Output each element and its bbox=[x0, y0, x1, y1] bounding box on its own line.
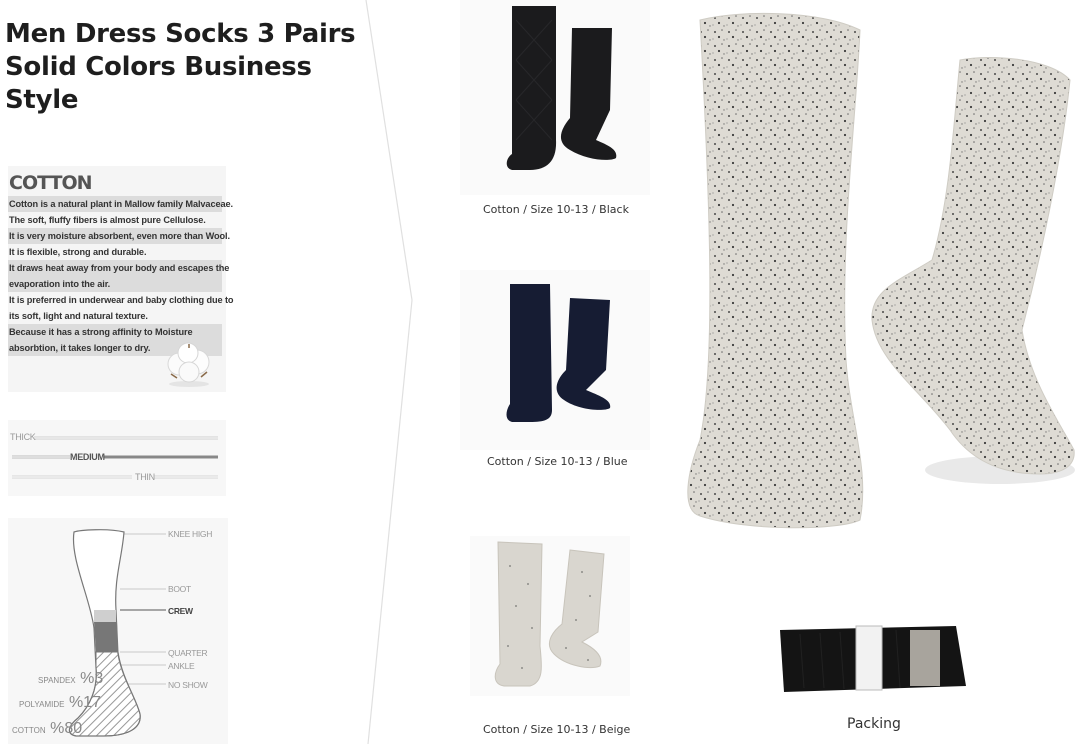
height-no-show-label: NO SHOW bbox=[168, 680, 208, 690]
spandex-label: SPANDEX bbox=[38, 676, 76, 685]
product-photo-black[interactable] bbox=[460, 0, 650, 195]
height-crew-label: CREW bbox=[168, 606, 193, 616]
caption-black: Cotton / Size 10-13 / Black bbox=[483, 203, 629, 216]
caption-blue: Cotton / Size 10-13 / Blue bbox=[487, 455, 628, 468]
composition-polyamide: POLYAMIDE %17 bbox=[19, 694, 101, 712]
cotton-heading: COTTON bbox=[9, 172, 93, 194]
hero-socks-image bbox=[687, 12, 1075, 529]
cotton-line: evaporation into the air. bbox=[8, 276, 222, 292]
thickness-thick-label: THICK bbox=[10, 432, 36, 442]
blue-socks-image bbox=[506, 284, 611, 422]
composition-cotton: COTTON %80 bbox=[12, 720, 82, 738]
height-boot-label: BOOT bbox=[168, 584, 191, 594]
page-title: Men Dress Socks 3 Pairs Solid Colors Bus… bbox=[5, 18, 365, 117]
cotton-line: The soft, fluffy fibers is almost pure C… bbox=[9, 215, 206, 225]
spandex-value: %3 bbox=[80, 670, 104, 687]
title-line-2: Solid Colors Business Style bbox=[5, 52, 312, 115]
product-photo-beige[interactable] bbox=[470, 536, 630, 696]
cotton-line: Cotton is a natural plant in Mallow fami… bbox=[8, 196, 233, 212]
chevron-divider bbox=[365, 0, 413, 744]
cotton-line: Because it has a strong affinity to Mois… bbox=[8, 324, 222, 340]
beige-socks-image bbox=[494, 541, 605, 687]
thickness-scale bbox=[12, 436, 218, 479]
black-socks-image bbox=[506, 6, 617, 170]
hero-photo-beige[interactable] bbox=[670, 0, 1079, 560]
cotton-line: its soft, light and natural texture. bbox=[9, 311, 148, 321]
height-ankle-label: ANKLE bbox=[168, 661, 195, 671]
cotton-label: COTTON bbox=[12, 726, 46, 735]
cotton-line: It draws heat away from your body and es… bbox=[8, 260, 229, 276]
packing-caption: Packing bbox=[847, 716, 901, 732]
product-photo-blue[interactable] bbox=[460, 270, 650, 450]
thickness-medium-label: MEDIUM bbox=[70, 452, 105, 462]
composition-spandex: SPANDEX %3 bbox=[38, 670, 103, 688]
height-knee-high-label: KNEE HIGH bbox=[168, 529, 213, 539]
cotton-line: It is very moisture absorbent, even more… bbox=[8, 228, 230, 244]
polyamide-value: %17 bbox=[68, 694, 101, 711]
polyamide-label: POLYAMIDE bbox=[19, 700, 65, 709]
cotton-value: %80 bbox=[50, 720, 83, 737]
packing-photo[interactable] bbox=[760, 600, 980, 710]
height-quarter-label: QUARTER bbox=[168, 648, 208, 658]
caption-beige: Cotton / Size 10-13 / Beige bbox=[483, 723, 631, 736]
cotton-line: It is flexible, strong and durable. bbox=[9, 247, 147, 257]
cotton-line: It is preferred in underwear and baby cl… bbox=[9, 295, 234, 305]
packing-image bbox=[780, 625, 966, 692]
title-line-1: Men Dress Socks 3 Pairs bbox=[5, 19, 356, 49]
cotton-description: Cotton is a natural plant in Mallow fami… bbox=[8, 196, 234, 356]
thickness-thin-label: THIN bbox=[135, 472, 155, 482]
cotton-ball-icon bbox=[167, 342, 210, 387]
